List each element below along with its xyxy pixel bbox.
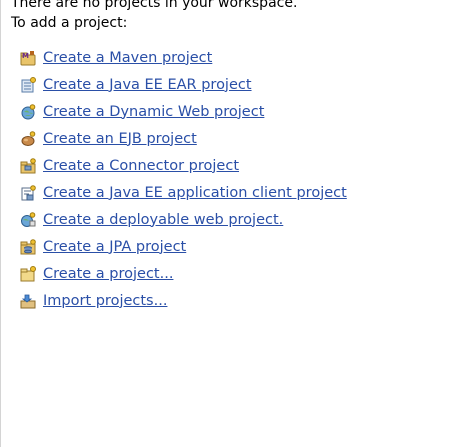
create-dynamic-web-project-label[interactable]: Create a Dynamic Web project	[43, 103, 264, 121]
create-ear-project-link[interactable]: Create a Java EE EAR project	[20, 71, 347, 98]
create-jpa-project-label[interactable]: Create a JPA project	[43, 238, 186, 256]
svg-text:M: M	[22, 52, 29, 60]
create-maven-project-link[interactable]: M Create a Maven project	[20, 44, 347, 71]
empty-workspace-message: There are no projects in your workspace.	[11, 0, 298, 11]
create-jpa-project-link[interactable]: Create a JPA project	[20, 233, 347, 260]
deployable-web-project-icon	[20, 211, 36, 228]
create-connector-project-link[interactable]: Create a Connector project	[20, 152, 347, 179]
create-ejb-project-label[interactable]: Create an EJB project	[43, 130, 197, 148]
create-project-label[interactable]: Create a project...	[43, 265, 173, 283]
maven-project-icon: M	[20, 50, 36, 66]
create-app-client-project-link[interactable]: Create a Java EE application client proj…	[20, 179, 347, 206]
import-projects-link[interactable]: Import projects...	[20, 287, 347, 314]
create-ear-project-label[interactable]: Create a Java EE EAR project	[43, 76, 252, 94]
create-ejb-project-link[interactable]: Create an EJB project	[20, 125, 347, 152]
jpa-project-icon	[20, 238, 36, 255]
create-app-client-project-label[interactable]: Create a Java EE application client proj…	[43, 184, 347, 202]
create-dynamic-web-project-link[interactable]: Create a Dynamic Web project	[20, 98, 347, 125]
import-projects-icon	[20, 293, 36, 309]
ejb-project-icon	[20, 130, 36, 147]
panel-left-border	[0, 0, 1, 447]
create-deployable-web-project-link[interactable]: Create a deployable web project.	[20, 206, 347, 233]
ear-project-icon	[20, 76, 36, 93]
import-projects-label[interactable]: Import projects...	[43, 292, 167, 310]
add-project-prompt: To add a project:	[11, 15, 128, 31]
connector-project-icon	[20, 157, 36, 174]
create-maven-project-label[interactable]: Create a Maven project	[43, 49, 212, 67]
create-connector-project-label[interactable]: Create a Connector project	[43, 157, 239, 175]
create-deployable-web-project-label[interactable]: Create a deployable web project.	[43, 211, 283, 229]
create-project-link[interactable]: Create a project...	[20, 260, 347, 287]
new-project-icon	[20, 265, 36, 282]
app-client-project-icon	[20, 184, 36, 201]
dynamic-web-project-icon	[20, 103, 36, 120]
project-actions-list: M Create a Maven project Create a Java E…	[20, 44, 347, 314]
